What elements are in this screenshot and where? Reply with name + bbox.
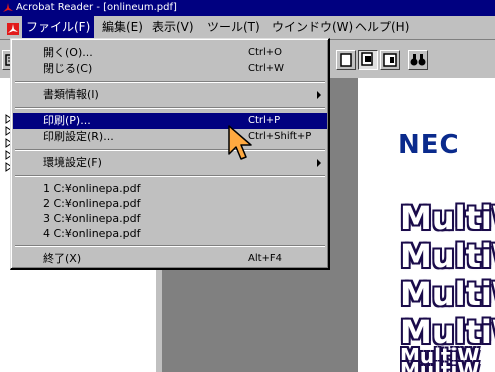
- menu-recent-file[interactable]: 4 C:¥onlinepa.pdf: [13, 226, 327, 242]
- menu-file[interactable]: ファイル(F): [22, 16, 95, 38]
- menu-open[interactable]: 開く(O)... Ctrl+O: [13, 45, 327, 61]
- menu-recent-file[interactable]: 2 C:¥onlinepa.pdf: [13, 196, 327, 212]
- menu-preferences[interactable]: 環境設定(F): [13, 155, 327, 171]
- menu-help[interactable]: ヘルプ(H): [351, 16, 413, 38]
- multi-logo-line: MultiW: [400, 240, 495, 272]
- title-bar: Acrobat Reader - [onlineum.pdf]: [0, 0, 495, 16]
- menu-separator: [15, 175, 325, 177]
- acrobat-doc-icon[interactable]: [6, 22, 20, 36]
- menu-window[interactable]: ウインドウ(W): [268, 16, 357, 38]
- menu-bar: ファイル(F) 編集(E) 表示(V) ツール(T) ウインドウ(W) ヘルプ(…: [0, 16, 495, 40]
- menu-recent-file[interactable]: 1 C:¥onlinepa.pdf: [13, 181, 327, 197]
- file-menu-dropdown: 開く(O)... Ctrl+O 閉じる(C) Ctrl+W 書類情報(I) 印刷…: [10, 38, 330, 270]
- facing-page-icon: [383, 53, 397, 67]
- menu-tools[interactable]: ツール(T): [203, 16, 264, 38]
- multi-logo-line: MultiW: [400, 316, 495, 348]
- multi-logo-line: MultiW: [400, 202, 495, 234]
- continuous-page-button[interactable]: [358, 50, 378, 70]
- submenu-arrow-icon: [317, 159, 321, 167]
- menu-separator: [15, 149, 325, 151]
- document-page: NEC MultiW MultiW MultiW MultiW MultiW M…: [358, 78, 495, 372]
- binoculars-find-icon: [410, 54, 426, 66]
- nec-logo: NEC: [398, 130, 460, 160]
- hand-pointer-cursor-icon: [228, 125, 252, 160]
- facing-page-button[interactable]: [380, 50, 400, 70]
- menu-separator: [15, 245, 325, 247]
- multi-logo-line: MultiW: [400, 360, 480, 372]
- acrobat-app-icon: [3, 3, 13, 12]
- menu-exit[interactable]: 終了(X) Alt+F4: [13, 251, 327, 267]
- find-button[interactable]: [408, 50, 428, 70]
- menu-separator: [15, 81, 325, 83]
- single-page-icon: [340, 53, 352, 67]
- menu-separator: [15, 107, 325, 109]
- menu-recent-file[interactable]: 3 C:¥onlinepa.pdf: [13, 211, 327, 227]
- continuous-page-icon: [361, 52, 373, 66]
- menu-print-setup[interactable]: 印刷設定(R)... Ctrl+Shift+P: [13, 129, 327, 145]
- menu-close[interactable]: 閉じる(C) Ctrl+W: [13, 61, 327, 77]
- window-title: Acrobat Reader - [onlineum.pdf]: [16, 2, 177, 13]
- menu-edit[interactable]: 編集(E): [98, 16, 147, 38]
- menu-print[interactable]: 印刷(P)... Ctrl+P: [13, 113, 327, 129]
- menu-view[interactable]: 表示(V): [148, 16, 198, 38]
- single-page-button[interactable]: [336, 50, 356, 70]
- menu-document-info[interactable]: 書類情報(I): [13, 87, 327, 103]
- submenu-arrow-icon: [317, 91, 321, 99]
- multi-logo-line: MultiW: [400, 278, 495, 310]
